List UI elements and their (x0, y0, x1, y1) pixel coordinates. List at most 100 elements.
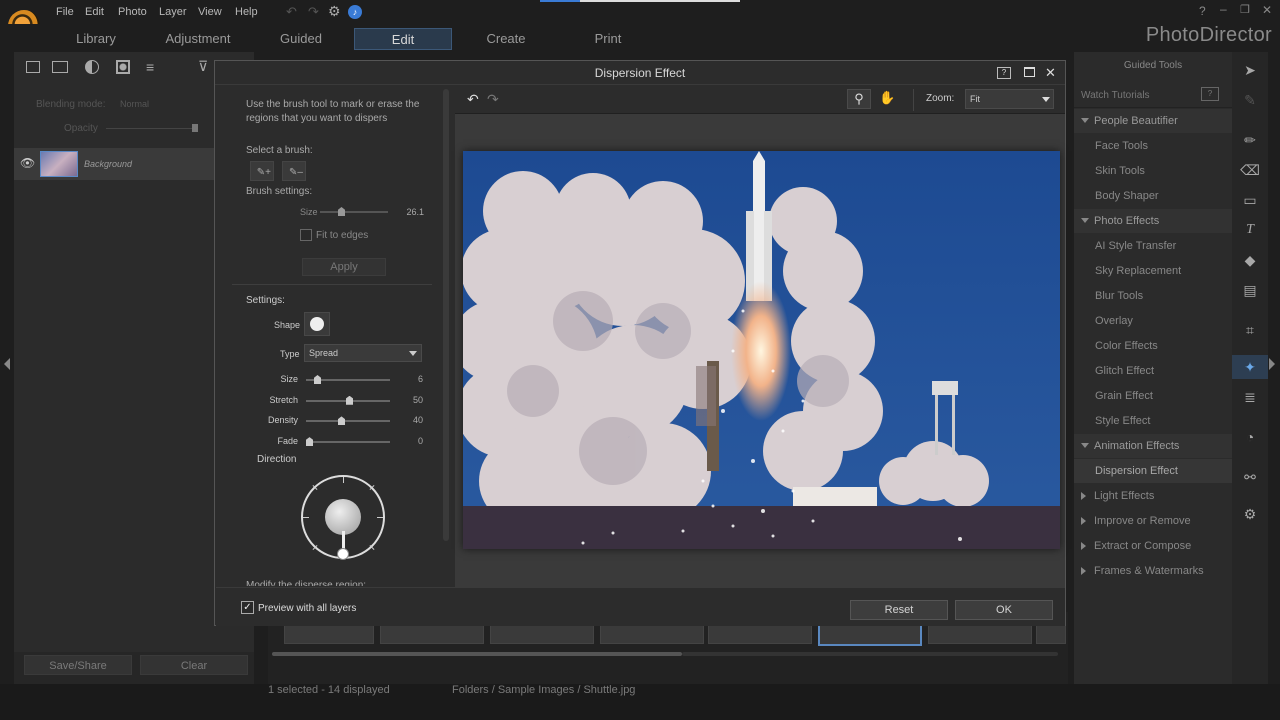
tab-print[interactable]: Print (568, 28, 648, 50)
menu-help[interactable]: Help (235, 6, 258, 18)
section-animation-effects[interactable]: Animation Effects (1074, 434, 1232, 458)
ok-button[interactable]: OK (955, 600, 1053, 620)
color-wheel-icon[interactable]: ◔ (1232, 425, 1268, 449)
slider-thumb-size[interactable] (314, 375, 321, 384)
watch-tutorials-row[interactable]: Watch Tutorials ? (1074, 82, 1232, 108)
notification-bell-icon[interactable]: ♪ (348, 5, 362, 19)
redo-icon[interactable]: ↷ (308, 4, 319, 20)
minimize-icon[interactable]: – (1220, 2, 1227, 16)
close-window-icon[interactable]: ✕ (1262, 3, 1272, 17)
slider-thumb-density[interactable] (338, 416, 345, 426)
section-people-beautifier[interactable]: People Beautifier (1074, 109, 1232, 133)
menu-layer[interactable]: Layer (159, 6, 187, 18)
settings-gear-icon[interactable]: ⚙ (328, 3, 341, 20)
section-photo-effects[interactable]: Photo Effects (1074, 209, 1232, 233)
left-collapse-arrow-icon[interactable] (4, 358, 10, 370)
tutorial-help-icon[interactable]: ? (1201, 87, 1219, 101)
text-icon[interactable]: T (1232, 218, 1268, 242)
apply-button[interactable]: Apply (302, 258, 386, 276)
right-collapse-arrow-icon[interactable] (1269, 358, 1275, 370)
slider-track-density[interactable] (306, 420, 390, 423)
section-extract-or-compose[interactable]: Extract or Compose (1074, 534, 1232, 558)
slider-track-fade[interactable] (306, 441, 390, 444)
adjustments-sliders-icon[interactable]: ≣ (1232, 385, 1268, 409)
fill-bucket-icon[interactable]: ◆ (1232, 248, 1268, 272)
dial-handle[interactable] (337, 548, 349, 560)
settings-icon[interactable]: ⚙ (1232, 502, 1268, 526)
tool-sky-replacement[interactable]: Sky Replacement (1074, 259, 1232, 283)
tab-library[interactable]: Library (56, 28, 136, 50)
section-frames-watermarks[interactable]: Frames & Watermarks (1074, 559, 1232, 583)
tool-body-shaper[interactable]: Body Shaper (1074, 184, 1232, 208)
redo-icon[interactable]: ↷ (487, 91, 499, 108)
visibility-eye-icon[interactable]: 👁 (20, 156, 35, 170)
brush-adjust-icon[interactable]: ✎ (1232, 88, 1268, 112)
zoom-tool-button[interactable]: ⚲ (847, 89, 871, 109)
guided-tools-icon[interactable]: ✦ (1232, 355, 1268, 379)
mask-icon[interactable] (116, 60, 130, 74)
dialog-help-icon[interactable]: ? (997, 67, 1011, 79)
tool-blur-tools[interactable]: Blur Tools (1074, 284, 1232, 308)
dialog-close-icon[interactable]: ✕ (1045, 61, 1056, 85)
slider-thumb-stretch[interactable] (346, 395, 353, 405)
slider-thumb-fade[interactable] (306, 437, 313, 447)
tool-color-effects[interactable]: Color Effects (1074, 334, 1232, 358)
menu-edit[interactable]: Edit (85, 6, 104, 18)
save-share-button[interactable]: Save/Share (24, 655, 132, 675)
zoom-dropdown[interactable]: Fit (965, 89, 1054, 109)
fit-to-edges-checkbox[interactable] (300, 229, 312, 241)
menu-photo[interactable]: Photo (118, 6, 147, 18)
image-layer-icon[interactable] (52, 61, 68, 73)
tool-skin-tools[interactable]: Skin Tools (1074, 159, 1232, 183)
direction-dial[interactable] (301, 475, 385, 560)
type-dropdown[interactable]: Spread (304, 344, 422, 362)
brush-size-thumb[interactable] (338, 207, 345, 216)
section-light-effects[interactable]: Light Effects (1074, 484, 1232, 508)
tool-ai-style-transfer[interactable]: AI Style Transfer (1074, 234, 1232, 258)
preview-photo[interactable] (463, 151, 1060, 549)
help-icon[interactable]: ? (1199, 4, 1206, 18)
blending-mode-value[interactable]: Normal (120, 99, 149, 109)
restore-icon[interactable]: ❐ (1240, 3, 1250, 16)
eraser-icon[interactable]: ⌫ (1232, 158, 1268, 182)
tool-style-effect[interactable]: Style Effect (1074, 409, 1232, 433)
ai-effects-icon[interactable]: ⚯ (1232, 465, 1268, 489)
settings-scrollbar[interactable] (443, 89, 449, 541)
menu-view[interactable]: View (198, 6, 222, 18)
tool-overlay[interactable]: Overlay (1074, 309, 1232, 333)
tool-grain-effect[interactable]: Grain Effect (1074, 384, 1232, 408)
tab-guided[interactable]: Guided (260, 28, 342, 50)
tab-edit[interactable]: Edit (354, 28, 452, 50)
tab-adjustment[interactable]: Adjustment (150, 28, 246, 50)
filter-icon[interactable]: ⊽ (198, 58, 208, 75)
rectangle-icon[interactable]: ▭ (1232, 188, 1268, 212)
tab-create[interactable]: Create (466, 28, 546, 50)
add-brush-button[interactable]: ✎+ (250, 161, 274, 181)
gradient-icon[interactable]: ▤ (1232, 278, 1268, 302)
layer-menu-icon[interactable]: ≡ (146, 59, 154, 75)
tool-dispersion-effect[interactable]: Dispersion Effect (1074, 459, 1232, 483)
shape-selector[interactable] (304, 312, 330, 336)
dial-knob[interactable] (325, 499, 361, 535)
brush-size-slider[interactable] (320, 211, 388, 213)
adjust-layer-icon[interactable] (85, 60, 99, 74)
undo-icon[interactable]: ↶ (286, 4, 297, 20)
erase-brush-button[interactable]: ✎– (282, 161, 306, 181)
tool-glitch-effect[interactable]: Glitch Effect (1074, 359, 1232, 383)
crop-icon[interactable]: ⌗ (1232, 318, 1268, 342)
pan-hand-icon[interactable]: ✋ (879, 90, 895, 106)
section-improve-or-remove[interactable]: Improve or Remove (1074, 509, 1232, 533)
preview-all-layers-checkbox[interactable]: ✓ (241, 601, 254, 614)
opacity-slider[interactable] (106, 128, 198, 129)
undo-icon[interactable]: ↶ (467, 91, 479, 108)
reset-button[interactable]: Reset (850, 600, 948, 620)
dialog-maximize-icon[interactable] (1024, 67, 1035, 77)
add-layer-icon[interactable] (26, 61, 40, 73)
select-arrow-icon[interactable]: ➤ (1232, 58, 1268, 82)
pen-icon[interactable]: ✏ (1232, 128, 1268, 152)
menu-file[interactable]: File (56, 6, 74, 18)
filmstrip-scrollbar[interactable] (272, 652, 682, 656)
opacity-thumb[interactable] (192, 124, 198, 132)
tool-face-tools[interactable]: Face Tools (1074, 134, 1232, 158)
clear-button[interactable]: Clear (140, 655, 248, 675)
